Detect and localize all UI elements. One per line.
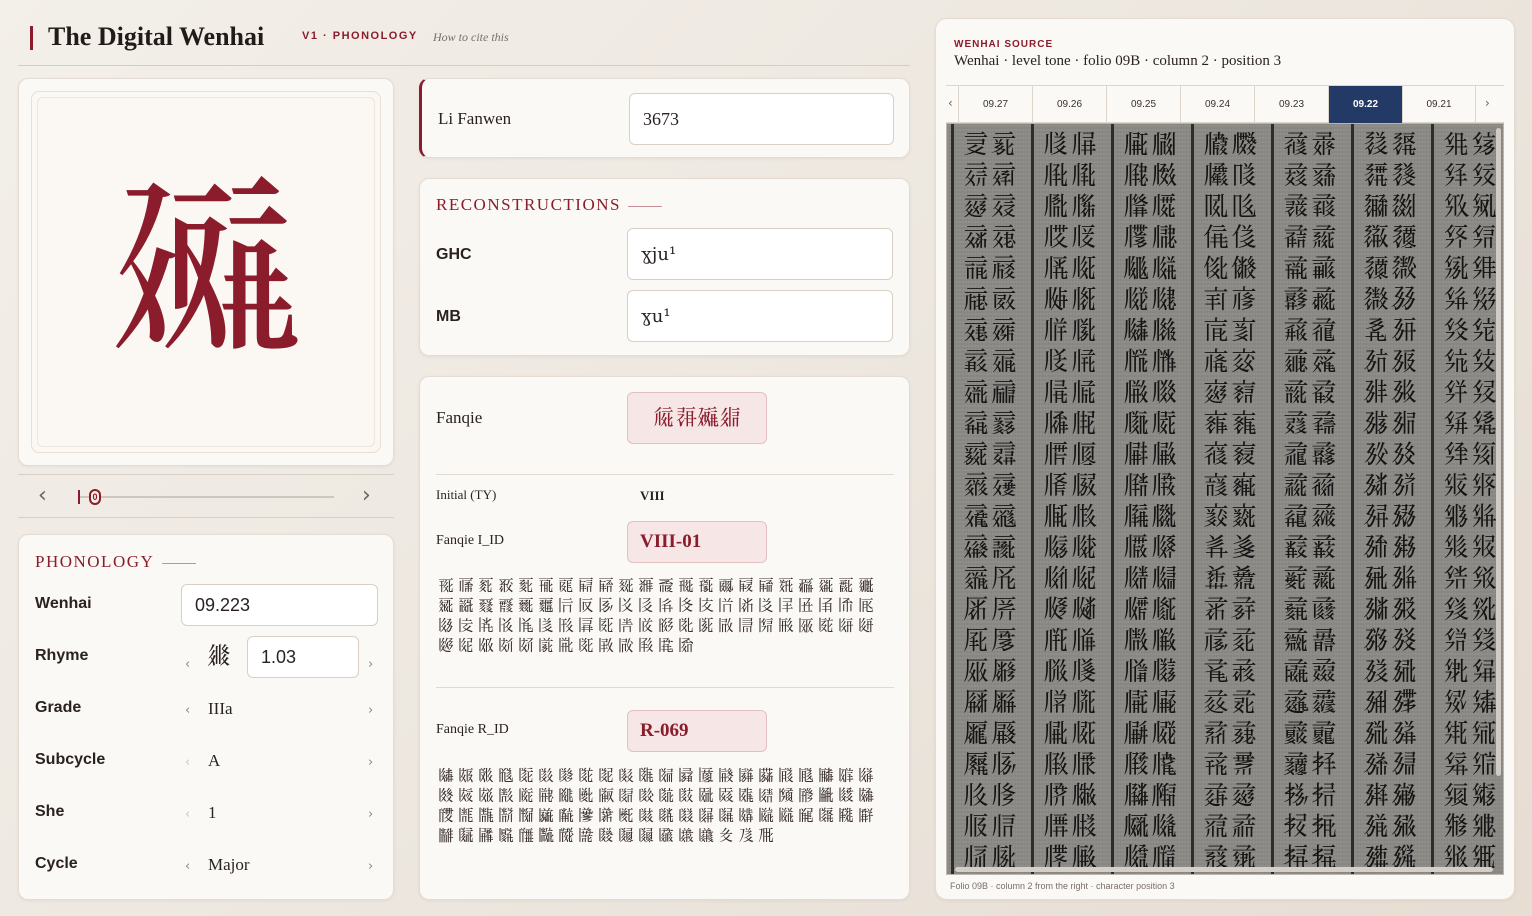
source-kicker: WENHAI SOURCE [954, 39, 1054, 50]
subcycle-prev-icon[interactable]: ‹ [185, 755, 190, 770]
page-title[interactable]: The Digital Wenhai [48, 22, 264, 52]
li-fanwen-card: Li Fanwen 3673 [419, 78, 910, 158]
she-label: She [35, 803, 65, 820]
li-fanwen-input[interactable]: 3673 [629, 93, 894, 145]
grade-prev-icon[interactable]: ‹ [185, 703, 190, 718]
wenhai-input[interactable]: 09.223 [181, 584, 378, 626]
fanqie-chars[interactable]: 𗏁𗖊𗘁𗤋 [627, 392, 767, 444]
rhyme-next-icon[interactable]: › [368, 657, 373, 672]
initial-value: VIII [640, 488, 665, 503]
tab-09-22[interactable]: 09.22 [1328, 86, 1402, 123]
page-header: The Digital Wenhai V1 · PHONOLOGY How to… [18, 18, 910, 66]
folio-scan-image[interactable]: 𗄀𗄁𗄂𗄃𗄄𗄅𗄆𗄇𗄈𗄉𗄊𗄋𗄌𗄍𗄎𗄏𗄐𗄑𗄒𗄓𗄔𗄕𗄖𗄗𗄘𗄙𗄚𗄛𗄜𗄝𗄞𗄟𗄠𗄡𗄢𗄣𗄤𗄥𗄦𗄧… [946, 123, 1504, 875]
she-value: 1 [208, 803, 217, 822]
version-label: V1 · PHONOLOGY [302, 30, 418, 42]
phonology-title-rule [162, 563, 196, 564]
scan-column: 𗄀𗄁𗄂𗄃𗄄𗄅𗄆𗄇𗄈𗄉𗄊𗄋𗄌𗄍𗄎𗄏𗄐𗄑𗄒𗄓𗄔𗄕𗄖𗄗𗄘𗄙𗄚𗄛𗄜𗄝𗄞𗄟𗄠𗄡𗄢𗄣𗄤𗄥𗄦𗄧… [962, 130, 1019, 873]
folio-tabs: ‹ 09.27 09.26 09.25 09.24 09.23 09.22 09… [946, 85, 1504, 123]
title-accent-bar [30, 26, 33, 50]
rhyme-label: Rhyme [35, 647, 89, 664]
rhyme-prev-icon[interactable]: ‹ [185, 657, 190, 672]
source-caption: Folio 09B · column 2 from the right · ch… [950, 881, 1175, 891]
glyph-slider: ‹ 0 › [18, 474, 394, 518]
rhyme-char: 𗦫 [207, 642, 231, 670]
tabs-prev-icon[interactable]: ‹ [948, 96, 953, 110]
cite-link[interactable]: How to cite this [433, 30, 509, 45]
tab-09-25[interactable]: 09.25 [1106, 86, 1180, 123]
fanqie-r-id-label: Fanqie R_ID [436, 722, 509, 737]
cycle-next-icon[interactable]: › [368, 859, 373, 874]
tab-09-23[interactable]: 09.23 [1254, 86, 1328, 123]
tab-09-21[interactable]: 09.21 [1402, 86, 1476, 123]
fanqie-label: Fanqie [436, 408, 483, 427]
scan-column: 𗈀𗈁𗈂𗈃𗈄𗈅𗈆𗈇𗈈𗈉𗈊𗈋𗈌𗈍𗈎𗈏𗈐𗈑𗈒𗈓𗈔𗈕𗈖𗈗𗈘𗈙𗈚𗈛𗈜𗈝𗈞𗈟𗈠𗈡𗈢𗈣𗈤𗈥𗈦𗈧… [1282, 130, 1339, 873]
mb-label: MB [436, 308, 461, 325]
reconstructions-title-rule [628, 206, 662, 207]
fanqie-divider-1 [436, 474, 894, 475]
mb-input[interactable]: ɣu¹ [627, 290, 893, 342]
glyph-card: 𗘁 [18, 78, 394, 466]
main-glyph: 𗘁 [110, 158, 301, 379]
scan-column: 𗊀𗊁𗊂𗊃𗊄𗊅𗊆𗊇𗊈𗊉𗊊𗊋𗊌𗊍𗊎𗊏𗊐𗊑𗊒𗊓𗊔𗊕𗊖𗊗𗊘𗊙𗊚𗊛𗊜𗊝𗊞𗊟𗊠𗊡𗊢𗊣𗊤𗊥𗊦𗊧… [1442, 130, 1499, 873]
she-prev-icon[interactable]: ‹ [185, 807, 190, 822]
fanqie-r-char-grid[interactable]: 𗂀𗂁𗂂𗂃𗂄𗂅𗂆𗂇𗂈𗂉𗂊𗂋𗂌𗂍𗂎𗂏𗂐𗂑𗂒𗂓𗂔𗂕𗂖𗂗𗂘𗂙𗂚𗂛𗂜𗂝𗂞𗂟𗂠𗂡𗂢𗂣𗂤𗂥𗂦𗂧… [438, 766, 878, 866]
grade-label: Grade [35, 699, 82, 716]
ghc-input[interactable]: ɣju¹ [627, 228, 893, 280]
wenhai-source-card: WENHAI SOURCE Wenhai · level tone · foli… [935, 18, 1515, 900]
cycle-label: Cycle [35, 855, 78, 872]
fanqie-divider-2 [436, 687, 894, 688]
rhyme-input[interactable]: 1.03 [247, 636, 359, 678]
tab-09-24[interactable]: 09.24 [1180, 86, 1254, 123]
prev-arrow-icon[interactable]: ‹ [38, 483, 47, 508]
slider-thumb[interactable]: 0 [89, 489, 101, 505]
grade-value: IIIa [208, 699, 233, 718]
cycle-prev-icon[interactable]: ‹ [185, 859, 190, 874]
scan-horizontal-scrollbar[interactable] [955, 867, 1493, 872]
she-next-icon[interactable]: › [368, 807, 373, 822]
tab-09-27[interactable]: 09.27 [958, 86, 1032, 123]
subcycle-value: A [208, 751, 221, 770]
scan-column: 𗉀𗉁𗉂𗉃𗉄𗉅𗉆𗉇𗉈𗉉𗉊𗉋𗉌𗉍𗉎𗉏𗉐𗉑𗉒𗉓𗉔𗉕𗉖𗉗𗉘𗉙𗉚𗉛𗉜𗉝𗉞𗉟𗉠𗉡𗉢𗉣𗉤𗉥𗉦𗉧… [1362, 130, 1419, 873]
phonology-title: PHONOLOGY [35, 552, 155, 571]
reconstructions-title: RECONSTRUCTIONS [436, 195, 621, 214]
fanqie-i-id-value[interactable]: VIII-01 [627, 521, 767, 563]
initial-label: Initial (TY) [436, 487, 497, 502]
tabs-next-icon[interactable]: › [1485, 96, 1490, 110]
fanqie-i-char-grid[interactable]: 𗀔𗀕𗀖𗀗𗀘𗀙𗀚𗀛𗀜𗀝𗀞𗀟𗀠𗀡𗀢𗀣𗀤𗀥𗀦𗀧𗀨𗀩𗀪𗀫𗀬𗀭𗀮𗀯𗀰𗀱𗀲𗀳𗀴𗀵𗀶𗀷𗀸𗀹𗀺𗀻… [438, 576, 878, 676]
li-fanwen-label: Li Fanwen [438, 109, 512, 128]
phonology-card: PHONOLOGY Wenhai 09.223 Rhyme ‹ 𗦫 1.03 ›… [18, 534, 394, 900]
source-title: Wenhai · level tone · folio 09B · column… [954, 53, 1282, 69]
next-arrow-icon[interactable]: › [362, 483, 371, 508]
subcycle-next-icon[interactable]: › [368, 755, 373, 770]
scan-vertical-scrollbar[interactable] [1496, 128, 1501, 776]
slider-track[interactable] [80, 496, 334, 498]
scan-column: 𗇀𗇁𗇂𗇃𗇄𗇅𗇆𗇇𗇈𗇉𗇊𗇋𗇌𗇍𗇎𗇏𗇐𗇑𗇒𗇓𗇔𗇕𗇖𗇗𗇘𗇙𗇚𗇛𗇜𗇝𗇞𗇟𗇠𗇡𗇢𗇣𗇤𗇥𗇦𗇧… [1202, 130, 1259, 873]
subcycle-label: Subcycle [35, 751, 106, 768]
scan-column: 𗅀𗅁𗅂𗅃𗅄𗅅𗅆𗅇𗅈𗅉𗅊𗅋𗅌𗅍𗅎𗅏𗅐𗅑𗅒𗅓𗅔𗅕𗅖𗅗𗅘𗅙𗅚𗅛𗅜𗅝𗅞𗅟𗅠𗅡𗅢𗅣𗅤𗅥𗅦𗅧… [1042, 130, 1099, 873]
scan-column: 𗆀𗆁𗆂𗆃𗆄𗆅𗆆𗆇𗆈𗆉𗆊𗆋𗆌𗆍𗆎𗆏𗆐𗆑𗆒𗆓𗆔𗆕𗆖𗆗𗆘𗆙𗆚𗆛𗆜𗆝𗆞𗆟𗆠𗆡𗆢𗆣𗆤𗆥𗆦𗆧… [1122, 130, 1179, 873]
tab-09-26[interactable]: 09.26 [1032, 86, 1106, 123]
fanqie-r-id-value[interactable]: R-069 [627, 710, 767, 752]
wenhai-label: Wenhai [35, 595, 92, 612]
reconstructions-card: RECONSTRUCTIONS GHC ɣju¹ MB ɣu¹ [419, 178, 910, 356]
fanqie-i-id-label: Fanqie I_ID [436, 533, 505, 548]
cycle-value: Major [208, 855, 250, 874]
fanqie-card: Fanqie 𗏁𗖊𗘁𗤋 Initial (TY) VIII Fanqie I_I… [419, 376, 910, 900]
glyph-frame: 𗘁 [31, 91, 381, 453]
grade-next-icon[interactable]: › [368, 703, 373, 718]
ghc-label: GHC [436, 246, 472, 263]
